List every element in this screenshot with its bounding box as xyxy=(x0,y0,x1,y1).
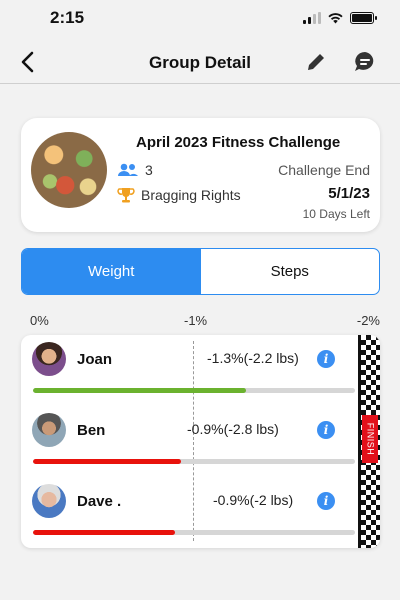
progress-fill xyxy=(33,388,246,393)
status-icons xyxy=(303,12,377,24)
metric-tabs: Weight Steps xyxy=(21,248,380,295)
progress-track xyxy=(33,459,355,464)
page-title: Group Detail xyxy=(148,53,251,72)
wifi-icon xyxy=(328,13,343,24)
member-count: 3 xyxy=(145,162,153,178)
avatar xyxy=(32,484,66,518)
days-left: 10 Days Left xyxy=(302,207,370,221)
pencil-icon[interactable] xyxy=(304,50,328,74)
challenge-title: April 2023 Fitness Challenge xyxy=(136,134,341,151)
leaderboard: FINISH Joan -1.3%(-2.2 lbs) i Ben -0.9%(… xyxy=(21,335,380,548)
member-row[interactable]: Joan -1.3%(-2.2 lbs) i xyxy=(21,335,380,405)
challenge-end-date: 5/1/23 xyxy=(328,185,370,202)
battery-icon xyxy=(350,12,377,24)
scale-labels: 0% -1% -2% xyxy=(0,313,400,329)
prize-label: Bragging Rights xyxy=(141,187,241,203)
member-name: Joan xyxy=(77,351,113,368)
group-icon xyxy=(118,163,138,176)
challenge-end-label: Challenge End xyxy=(278,162,370,178)
member-name: Ben xyxy=(77,422,106,439)
progress-track xyxy=(33,388,355,393)
member-stat: -1.3%(-2.2 lbs) xyxy=(207,350,299,366)
nav-bar: Group Detail xyxy=(0,40,400,84)
member-name: Dave . xyxy=(77,493,122,510)
progress-fill xyxy=(33,459,182,464)
challenge-image xyxy=(31,132,107,208)
prize-row: Bragging Rights xyxy=(117,186,241,204)
signal-icon xyxy=(303,12,321,24)
scale-label-start: 0% xyxy=(30,313,49,328)
info-icon[interactable]: i xyxy=(317,350,335,368)
avatar xyxy=(32,413,66,447)
tab-weight[interactable]: Weight xyxy=(22,249,201,294)
chat-bubble-icon[interactable] xyxy=(352,49,378,75)
info-icon[interactable]: i xyxy=(317,492,335,510)
trophy-icon xyxy=(117,188,135,203)
progress-track xyxy=(33,530,355,535)
avatar xyxy=(32,342,66,376)
progress-fill xyxy=(33,530,175,535)
scale-label-mid: -1% xyxy=(184,313,208,328)
scale-label-end: -2% xyxy=(356,313,380,328)
status-time: 2:15 xyxy=(50,8,85,27)
member-stat: -0.9%(-2 lbs) xyxy=(213,492,294,508)
tab-steps[interactable]: Steps xyxy=(201,249,380,294)
member-row[interactable]: Dave . -0.9%(-2 lbs) i xyxy=(21,477,380,547)
challenge-card: April 2023 Fitness Challenge 3 Bragging … xyxy=(21,118,380,232)
member-row[interactable]: Ben -0.9%(-2.8 lbs) i xyxy=(21,406,380,476)
info-icon[interactable]: i xyxy=(317,421,335,439)
status-bar: 2:15 xyxy=(0,0,400,36)
member-stat: -0.9%(-2.8 lbs) xyxy=(187,421,279,437)
members-count[interactable]: 3 xyxy=(117,162,153,178)
